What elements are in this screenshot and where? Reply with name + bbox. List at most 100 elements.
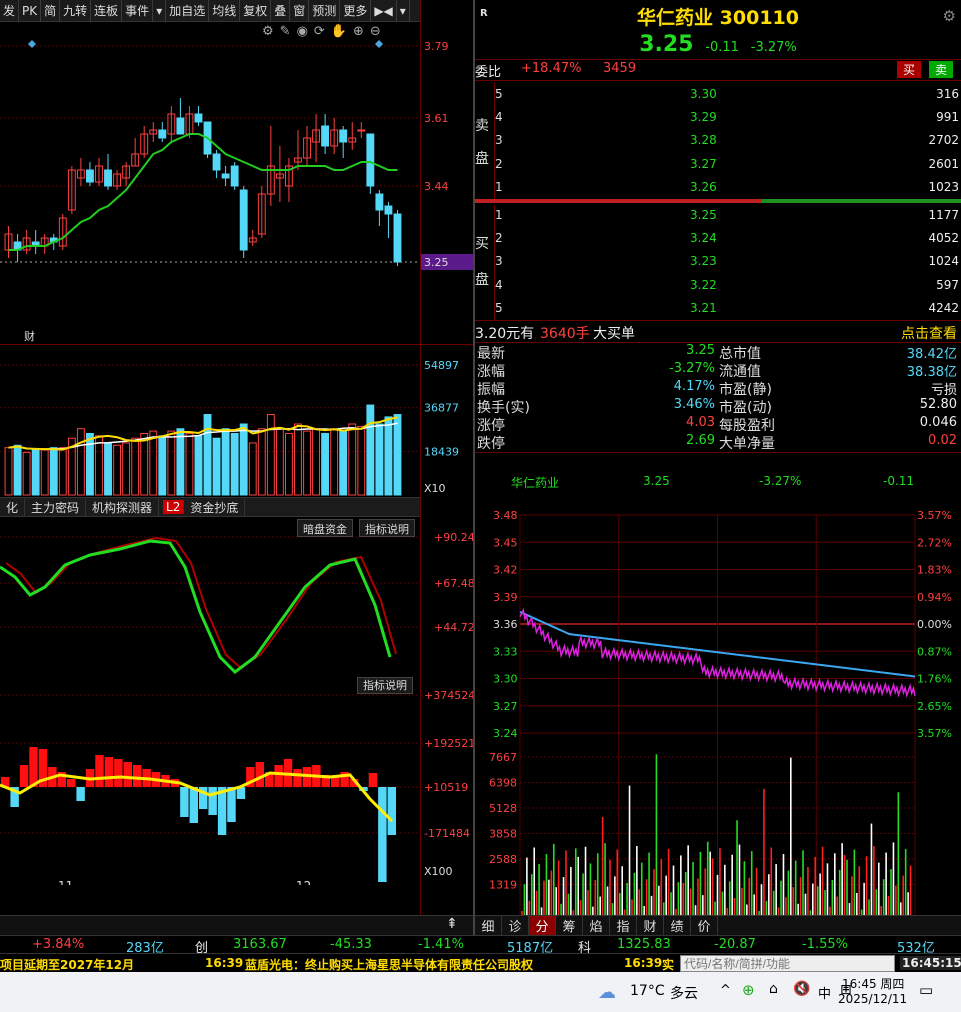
stock-search-input[interactable] — [680, 955, 895, 972]
asks-row[interactable]: 3 3.28 2702 — [495, 129, 961, 152]
stock-name: 华仁药业 — [637, 7, 714, 29]
intraday-vol-tick: 2588 — [489, 853, 517, 866]
price: 3.26 — [690, 180, 717, 195]
bids-row[interactable]: 2 3.24 4052 — [495, 226, 961, 249]
weibi-diff: 3459 — [603, 61, 637, 76]
stats-row: 涨停 4.03 每股盈利 0.046 — [475, 415, 961, 434]
stat-label: 市盈(静) — [719, 382, 772, 398]
indicator-tab[interactable]: 资金抄底 — [184, 498, 246, 516]
toolbar-item[interactable]: 复权 — [240, 0, 272, 22]
horizontal-scrollbar[interactable]: ⇞ — [0, 915, 473, 935]
toolbar-item[interactable]: 窗 — [290, 0, 310, 22]
news-item-1[interactable]: 项目延期至2027年12月 — [0, 956, 134, 972]
buy-button[interactable]: 买 — [897, 61, 922, 78]
bottom-tab[interactable]: 绩 — [664, 916, 691, 935]
ind2-bar — [208, 787, 217, 815]
asks-row[interactable]: 2 3.27 2601 — [495, 152, 961, 175]
bids-row[interactable]: 1 3.25 1177 — [495, 203, 961, 226]
volume-bar — [275, 428, 284, 496]
intraday-vol-tick: 1319 — [489, 879, 517, 892]
sell-button[interactable]: 卖 — [929, 61, 954, 78]
price-tick: 3.79 — [424, 40, 449, 53]
level: 2 — [495, 156, 503, 171]
network-icon[interactable]: ⌂ — [769, 981, 778, 997]
volume: 1023 — [928, 180, 959, 195]
ind1-tick: +44.72 — [434, 621, 473, 634]
taskbar-date[interactable]: 2025/12/11 — [838, 992, 907, 1006]
taskbar-time[interactable]: 16:45 周四 — [842, 975, 904, 992]
big-order-row: 3.20元有 3640手 大买单 点击查看 — [475, 322, 961, 342]
index-b-change: -45.33 — [330, 937, 372, 952]
toolbar-item[interactable]: 更多 — [340, 0, 372, 22]
ind2-bar — [227, 787, 236, 822]
toolbar-item[interactable]: 简 — [41, 0, 61, 22]
toolbar-item[interactable]: 九转 — [60, 0, 92, 22]
toolbar-item[interactable]: 事件 — [122, 0, 154, 22]
toolbar-item[interactable]: PK — [19, 0, 42, 22]
ind2-bar — [123, 762, 132, 787]
bottom-tab[interactable]: 焰 — [583, 916, 610, 935]
stat-label: 振幅 — [477, 382, 505, 398]
bids-row[interactable]: 5 3.21 4242 — [495, 297, 961, 320]
level: 4 — [495, 109, 503, 124]
toolbar-item[interactable]: 发 — [0, 0, 20, 22]
ma-line — [8, 133, 398, 251]
volume-icon[interactable]: 🔇 — [793, 981, 810, 997]
bottom-tab[interactable]: 价 — [691, 916, 718, 935]
intraday-vol-tick: 3858 — [489, 828, 517, 841]
toolbar-item[interactable]: 叠 — [271, 0, 291, 22]
bids-row[interactable]: 3 3.23 1024 — [495, 250, 961, 273]
news-item-2[interactable]: 蓝盾光电：终止购买上海星思半导体有限责任公司股权 — [245, 956, 533, 972]
news-item-3[interactable]: 实 — [662, 956, 674, 972]
tray-chevron-up-icon[interactable]: ^ — [720, 983, 731, 998]
volume-bar — [348, 423, 357, 496]
weather-desc[interactable]: 多云 — [670, 983, 698, 1003]
stat-label: 每股盈利 — [719, 418, 775, 434]
bottom-tab[interactable]: 财 — [637, 916, 664, 935]
indicator-tab[interactable]: 化 — [0, 498, 26, 516]
bottom-tab[interactable]: 指 — [610, 916, 637, 935]
toolbar-item[interactable]: ▾ — [397, 0, 410, 22]
indicator-tab[interactable]: 主力密码 — [25, 498, 87, 516]
asks-row[interactable]: 4 3.29 991 — [495, 105, 961, 128]
bottom-tab[interactable]: 分 — [529, 916, 556, 935]
toolbar-item[interactable]: 连板 — [91, 0, 123, 22]
notification-icon[interactable]: ▭ — [919, 981, 933, 999]
bottom-tab[interactable]: 细 — [475, 916, 502, 935]
weather-temp[interactable]: 17°C — [630, 983, 665, 999]
tray-app-icon[interactable]: ⊕ — [742, 981, 755, 999]
toolbar-item[interactable]: 预测 — [309, 0, 341, 22]
asks-row[interactable]: 1 3.26 1023 — [495, 176, 961, 199]
stats-row: 跌停 2.69 大单净量 0.02 — [475, 433, 961, 452]
view-details-link[interactable]: 点击查看 — [901, 323, 957, 343]
weibi-label: 委比 — [475, 65, 502, 80]
toolbar-item[interactable]: ▶◀ — [371, 0, 397, 22]
bids-row[interactable]: 4 3.22 597 — [495, 273, 961, 296]
volume-bar — [95, 435, 103, 496]
dark-pool-button[interactable]: 暗盘资金 — [297, 519, 353, 537]
toolbar-item[interactable]: 均线 — [209, 0, 241, 22]
kline-chart[interactable]: 3.793.613.443.253.25财 — [0, 22, 473, 342]
volume-bar — [384, 416, 393, 496]
toolbar-item[interactable]: 加自选 — [166, 0, 210, 22]
intraday-vol-tick: 7667 — [489, 751, 517, 764]
indicator-tab[interactable]: 机构探测器 — [86, 498, 160, 516]
intraday-chart[interactable]: 3.48 3.57% 3.45 2.72% 3.42 1.83% 3.39 0.94% 3.36… — [475, 505, 961, 915]
price: 3.29 — [690, 109, 717, 124]
bottom-tab[interactable]: 筹 — [556, 916, 583, 935]
intraday-price-tick: 3.45 — [493, 536, 518, 549]
bottom-tab[interactable]: 诊 — [502, 916, 529, 935]
asks-row[interactable]: 5 3.30 316 — [495, 82, 961, 105]
price: 3.23 — [690, 254, 717, 269]
indicator-help-button[interactable]: 指标说明 — [359, 519, 415, 537]
indicator-tab[interactable]: L2 — [163, 500, 185, 514]
scroll-up-icon[interactable]: ⇞ — [446, 916, 458, 932]
ime-indicator[interactable]: 中 — [818, 983, 831, 1002]
gear-icon[interactable]: ⚙ — [943, 7, 956, 25]
stat-value: 2.69 — [686, 433, 715, 448]
indicator2-chart: +374524 +192521 +10519 -171484 X100 11 12 — [0, 689, 473, 885]
weather-cloud-icon[interactable]: ☁ — [598, 982, 616, 1003]
toolbar-item[interactable]: ▾ — [153, 0, 167, 22]
indicator2-help-button[interactable]: 指标说明 — [357, 677, 413, 694]
candle-body — [85, 169, 94, 183]
